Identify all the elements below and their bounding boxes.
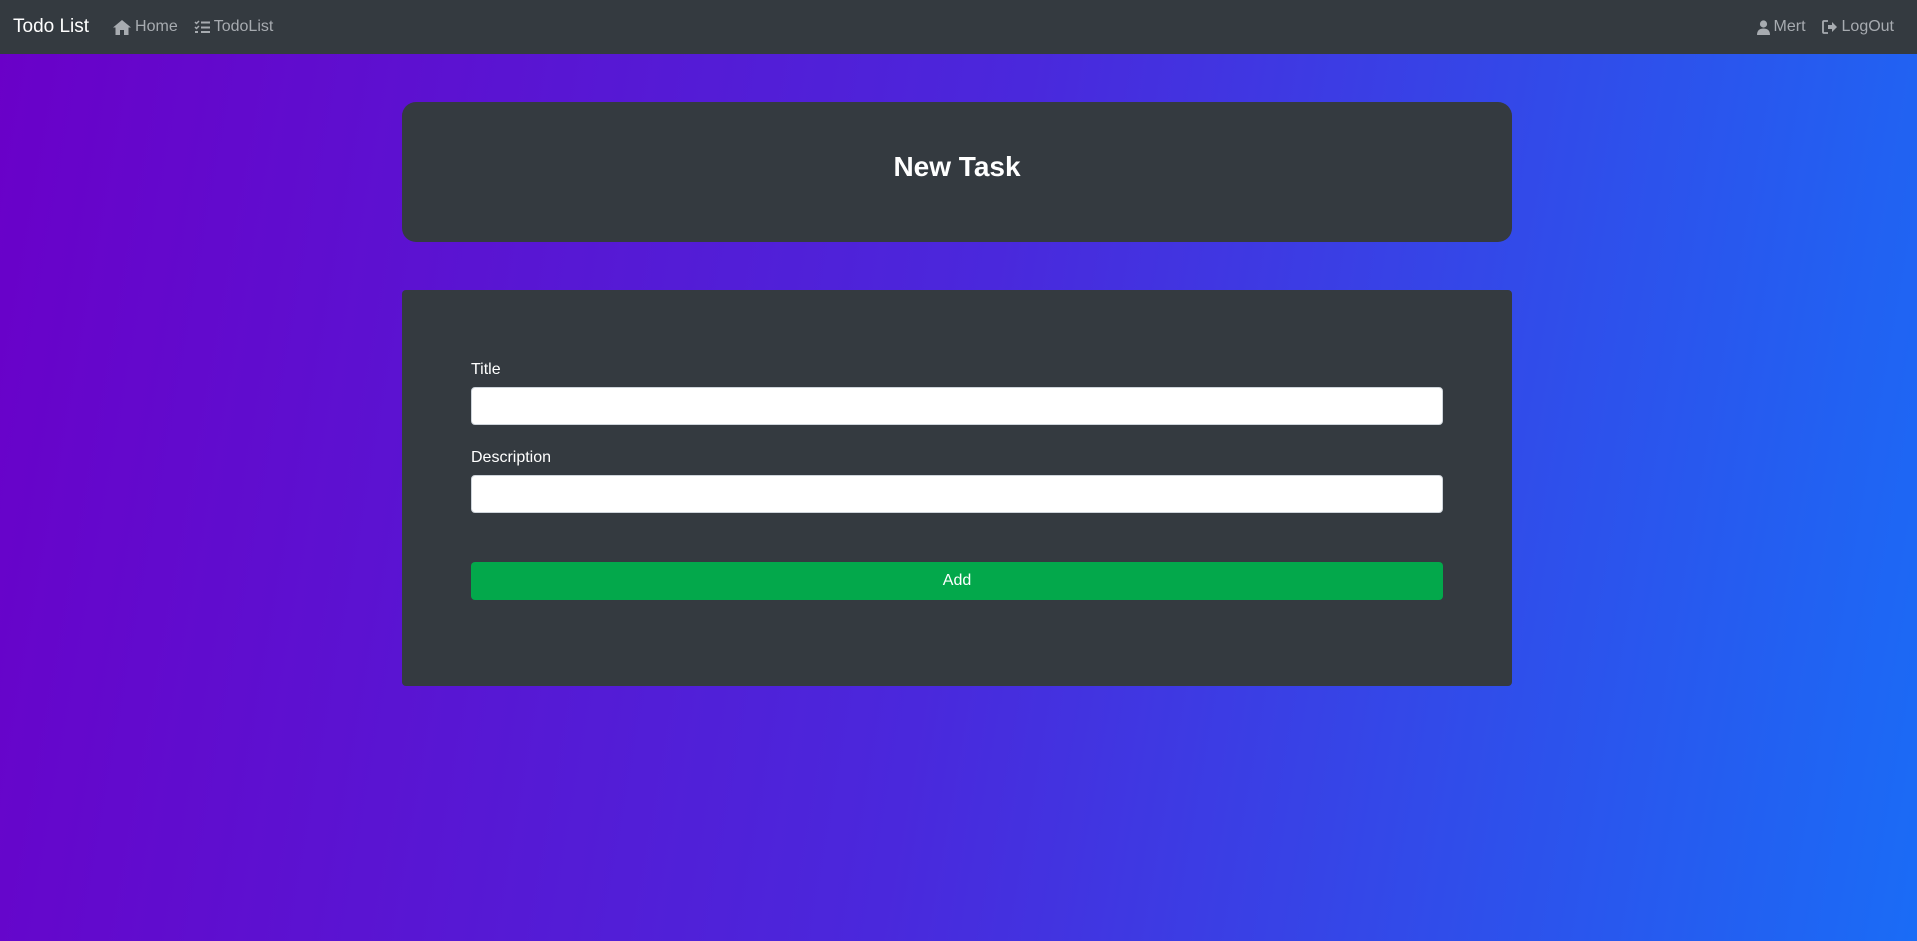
nav-link-logout-label: LogOut (1841, 18, 1894, 35)
nav-link-todolist[interactable]: TodoList (194, 18, 274, 36)
title-input[interactable] (471, 387, 1443, 425)
title-label: Title (471, 361, 501, 378)
description-input[interactable] (471, 475, 1443, 513)
logout-icon (1821, 20, 1837, 34)
nav-link-todolist-label: TodoList (213, 18, 274, 35)
description-field-group: Description (471, 449, 1443, 513)
page-header-card: New Task (402, 102, 1512, 242)
add-button[interactable]: Add (471, 562, 1443, 600)
user-icon (1756, 19, 1770, 35)
navbar-right: Mert LogOut (1756, 18, 1904, 36)
nav-link-user[interactable]: Mert (1756, 18, 1806, 36)
nav-link-home-label: Home (135, 18, 178, 35)
list-check-icon (194, 20, 210, 33)
brand-link[interactable]: Todo List (13, 16, 89, 38)
description-label: Description (471, 449, 552, 466)
nav-link-home[interactable]: Home (113, 18, 178, 36)
title-field-group: Title (471, 361, 1443, 425)
page-title: New Task (893, 151, 1021, 182)
home-icon (113, 19, 132, 35)
nav-link-user-label: Mert (1773, 18, 1806, 35)
nav-link-logout[interactable]: LogOut (1821, 18, 1894, 36)
navbar: Todo List Home TodoList Mert LogOut (0, 0, 1917, 54)
new-task-form: Title Description Add (402, 290, 1512, 686)
